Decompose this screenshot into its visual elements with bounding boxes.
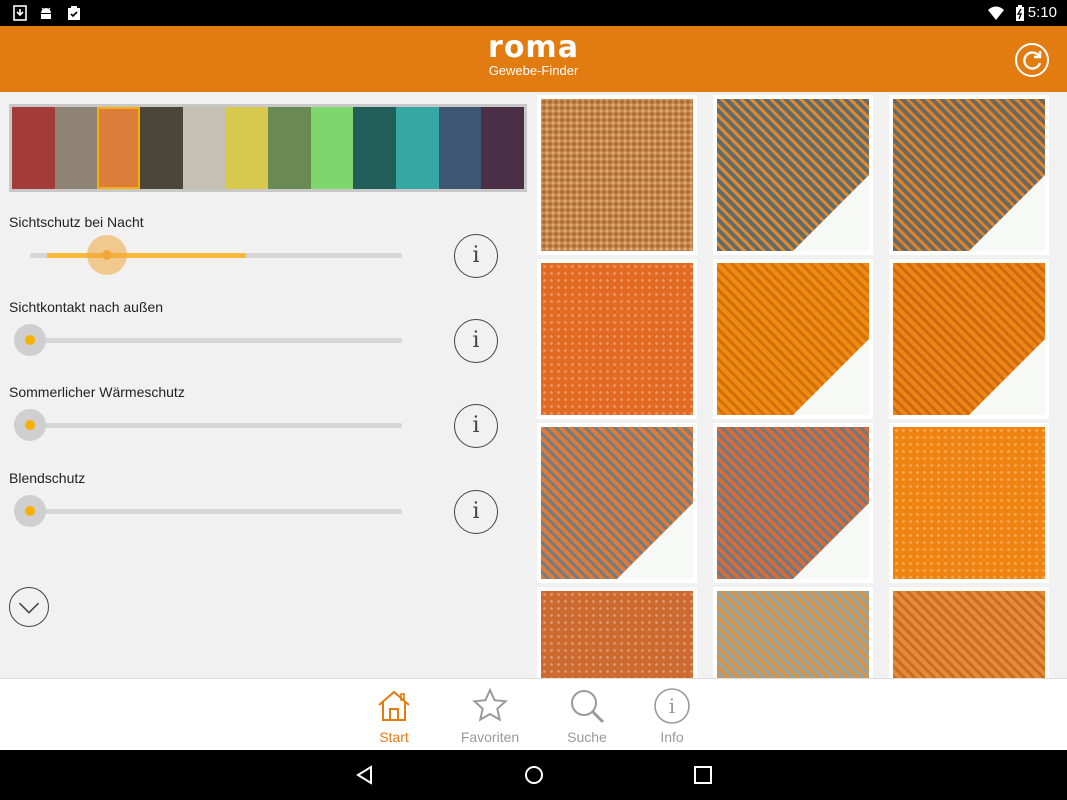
clipboard-check-icon <box>68 6 80 20</box>
info-icon: i <box>654 688 690 724</box>
brand-logo: roma <box>488 30 579 65</box>
fabric-texture <box>541 263 693 415</box>
home-circle-icon[interactable] <box>523 764 545 786</box>
chevron-down-icon[interactable] <box>9 587 49 627</box>
recents-icon[interactable] <box>692 764 714 786</box>
fabric-tile[interactable] <box>537 259 697 419</box>
slider-label: Sichtschutz bei Nacht <box>9 214 144 230</box>
fabric-texture <box>893 99 1045 251</box>
clock: 5:10 <box>1027 4 1057 21</box>
color-swatch[interactable] <box>12 107 55 189</box>
back-icon[interactable] <box>354 764 376 786</box>
nav-label: Info <box>660 729 684 745</box>
info-button[interactable]: i <box>454 234 498 278</box>
fabric-texture <box>893 427 1045 579</box>
nav-favoriten[interactable]: Favoriten <box>450 687 530 745</box>
slider-thumb[interactable] <box>14 495 46 527</box>
nav-info[interactable]: i Info <box>632 687 712 745</box>
color-swatch[interactable] <box>268 107 311 189</box>
fabric-fold <box>617 503 693 579</box>
fabric-fold <box>969 339 1045 415</box>
fabric-tile[interactable] <box>713 587 873 678</box>
brand: roma Gewebe-Finder <box>0 32 1067 78</box>
slider-track[interactable] <box>30 235 402 275</box>
search-icon <box>571 690 605 724</box>
color-swatch[interactable] <box>182 107 226 189</box>
slider-label: Sommerlicher Wärmeschutz <box>9 384 185 400</box>
system-navigation-bar <box>0 750 1067 800</box>
fabric-fold <box>793 175 869 251</box>
fabric-texture <box>893 263 1045 415</box>
slider-track[interactable] <box>14 495 402 527</box>
fabric-texture <box>541 591 693 678</box>
fabric-texture <box>717 263 869 415</box>
slider-thumb-dot <box>25 506 35 516</box>
slider-label: Blendschutz <box>9 470 86 486</box>
fabric-tile[interactable] <box>537 423 697 583</box>
color-swatch[interactable] <box>97 107 141 189</box>
home-icon <box>378 690 410 721</box>
svg-text:i: i <box>669 694 675 718</box>
nav-label: Favoriten <box>460 729 520 745</box>
nav-label: Start <box>379 729 409 745</box>
app-subtitle: Gewebe-Finder <box>488 63 579 78</box>
info-button[interactable]: i <box>454 490 498 534</box>
fabric-texture <box>717 591 869 678</box>
slider-track[interactable] <box>14 324 402 356</box>
nav-suche[interactable]: Suche <box>547 687 627 745</box>
fabric-fold <box>969 175 1045 251</box>
color-swatch[interactable] <box>310 107 354 189</box>
fabric-tile[interactable] <box>713 423 873 583</box>
fabric-tile[interactable] <box>889 423 1049 583</box>
slider-thumb[interactable] <box>14 409 46 441</box>
star-icon <box>472 687 508 722</box>
fabric-grid <box>535 92 1067 678</box>
app-bar: roma Gewebe-Finder <box>0 26 1067 92</box>
fabric-tile[interactable] <box>537 95 697 255</box>
color-swatch[interactable] <box>438 107 482 189</box>
bottom-navigation: Start Favoriten Suche i Info <box>0 678 1067 750</box>
slider-thumb[interactable] <box>87 235 127 275</box>
info-button[interactable]: i <box>454 404 498 448</box>
fabric-tile[interactable] <box>889 95 1049 255</box>
slider-thumb-dot <box>102 250 112 260</box>
fabric-tile[interactable] <box>889 587 1049 678</box>
slider-fill <box>47 253 246 258</box>
status-bar: 5:10 <box>0 0 1067 26</box>
color-swatch[interactable] <box>396 107 439 189</box>
slider-thumb-dot <box>25 335 35 345</box>
color-swatch[interactable] <box>54 107 98 189</box>
refresh-icon[interactable] <box>1014 42 1050 78</box>
color-palette <box>9 104 527 192</box>
fabric-texture <box>541 427 693 579</box>
fabric-fold <box>793 503 869 579</box>
slider-label: Sichtkontakt nach außen <box>9 299 164 315</box>
slider-thumb[interactable] <box>14 324 46 356</box>
slider-track[interactable] <box>14 409 402 441</box>
color-swatch[interactable] <box>353 107 397 189</box>
color-swatch[interactable] <box>140 107 183 189</box>
fabric-fold <box>793 339 869 415</box>
color-swatch[interactable] <box>225 107 269 189</box>
fabric-tile[interactable] <box>713 259 873 419</box>
fabric-tile[interactable] <box>537 587 697 678</box>
fabric-texture <box>893 591 1045 678</box>
fabric-texture <box>717 99 869 251</box>
info-button[interactable]: i <box>454 319 498 363</box>
fabric-tile[interactable] <box>889 259 1049 419</box>
android-icon <box>41 7 51 19</box>
download-icon <box>13 5 27 21</box>
battery-charging-icon <box>1016 5 1024 21</box>
nav-label: Suche <box>567 729 607 745</box>
fabric-texture <box>541 99 693 251</box>
fabric-tile[interactable] <box>713 95 873 255</box>
filter-panel: Sichtschutz bei Nacht i Sichtkontakt nach … <box>0 92 535 678</box>
wifi-icon <box>988 6 1004 20</box>
color-swatch[interactable] <box>481 107 525 189</box>
fabric-texture <box>717 427 869 579</box>
slider-thumb-dot <box>25 420 35 430</box>
nav-start[interactable]: Start <box>354 687 434 745</box>
